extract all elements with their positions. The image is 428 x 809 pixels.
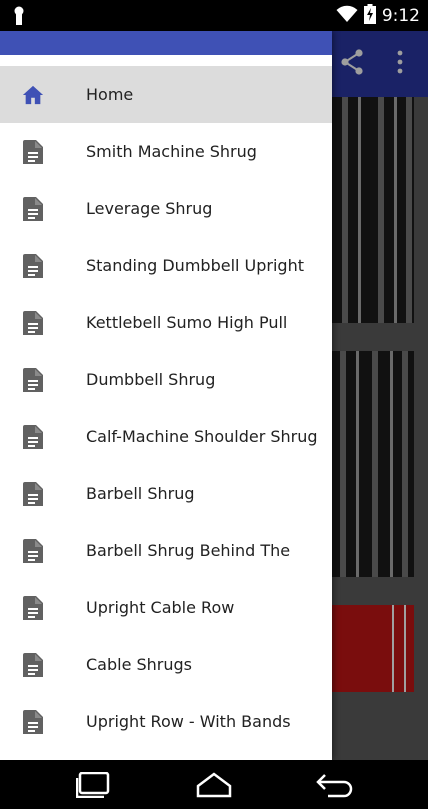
drawer-item-5[interactable]: Dumbbell Shrug bbox=[0, 351, 332, 408]
document-icon bbox=[22, 253, 44, 278]
drawer-item-3[interactable]: Standing Dumbbell Upright bbox=[0, 237, 332, 294]
home-nav-icon[interactable] bbox=[196, 772, 232, 802]
drawer-item-label: Upright Row - With Bands bbox=[86, 712, 291, 731]
drawer-divider bbox=[0, 55, 332, 66]
status-bar: 9:12 bbox=[0, 0, 428, 31]
document-icon bbox=[22, 424, 44, 449]
drawer-item-1[interactable]: Smith Machine Shrug bbox=[0, 123, 332, 180]
system-nav-bar bbox=[0, 760, 428, 809]
drawer-list: Home Smith Machine Shrug Leverage Shrug Sta… bbox=[0, 66, 332, 750]
share-icon[interactable] bbox=[340, 49, 364, 79]
drawer-item-2[interactable]: Leverage Shrug bbox=[0, 180, 332, 237]
exercise-image[interactable] bbox=[332, 97, 414, 323]
drawer-item-label: Leverage Shrug bbox=[86, 199, 213, 218]
drawer-item-label: Home bbox=[86, 85, 134, 104]
drawer-item-10[interactable]: Cable Shrugs bbox=[0, 636, 332, 693]
back-icon[interactable] bbox=[316, 772, 354, 802]
drawer-item-8[interactable]: Barbell Shrug Behind The bbox=[0, 522, 332, 579]
exercise-image[interactable] bbox=[332, 351, 414, 577]
exercise-image[interactable] bbox=[332, 605, 414, 692]
drawer-item-4[interactable]: Kettlebell Sumo High Pull bbox=[0, 294, 332, 351]
navigation-drawer: Home Smith Machine Shrug Leverage Shrug Sta… bbox=[0, 31, 332, 760]
document-icon bbox=[22, 367, 44, 392]
notification-icon bbox=[12, 6, 26, 30]
wifi-icon bbox=[336, 5, 358, 27]
battery-charging-icon bbox=[363, 4, 376, 28]
drawer-item-label: Upright Cable Row bbox=[86, 598, 235, 617]
drawer-item-label: Dumbbell Shrug bbox=[86, 370, 216, 389]
drawer-header bbox=[0, 31, 332, 55]
document-icon bbox=[22, 538, 44, 563]
document-icon bbox=[22, 481, 44, 506]
document-icon bbox=[22, 709, 44, 734]
drawer-item-label: Barbell Shrug Behind The bbox=[86, 541, 291, 560]
drawer-item-label: Smith Machine Shrug bbox=[86, 142, 257, 161]
document-icon bbox=[22, 139, 44, 164]
drawer-item-label: Cable Shrugs bbox=[86, 655, 193, 674]
document-icon bbox=[22, 652, 44, 677]
drawer-item-9[interactable]: Upright Cable Row bbox=[0, 579, 332, 636]
clock: 9:12 bbox=[381, 6, 420, 26]
document-icon bbox=[22, 310, 44, 335]
more-vert-icon[interactable] bbox=[396, 49, 404, 79]
drawer-item-7[interactable]: Barbell Shrug bbox=[0, 465, 332, 522]
document-icon bbox=[22, 196, 44, 221]
drawer-item-label: Standing Dumbbell Upright bbox=[86, 256, 304, 275]
drawer-item-label: Barbell Shrug bbox=[86, 484, 195, 503]
drawer-item-label: Kettlebell Sumo High Pull bbox=[86, 313, 288, 332]
document-icon bbox=[22, 595, 44, 620]
home-icon bbox=[22, 83, 44, 107]
drawer-item-6[interactable]: Calf-Machine Shoulder Shrug bbox=[0, 408, 332, 465]
drawer-item-0[interactable]: Home bbox=[0, 66, 332, 123]
recents-icon[interactable] bbox=[75, 771, 110, 802]
drawer-item-label: Calf-Machine Shoulder Shrug bbox=[86, 427, 318, 446]
drawer-item-11[interactable]: Upright Row - With Bands bbox=[0, 693, 332, 750]
